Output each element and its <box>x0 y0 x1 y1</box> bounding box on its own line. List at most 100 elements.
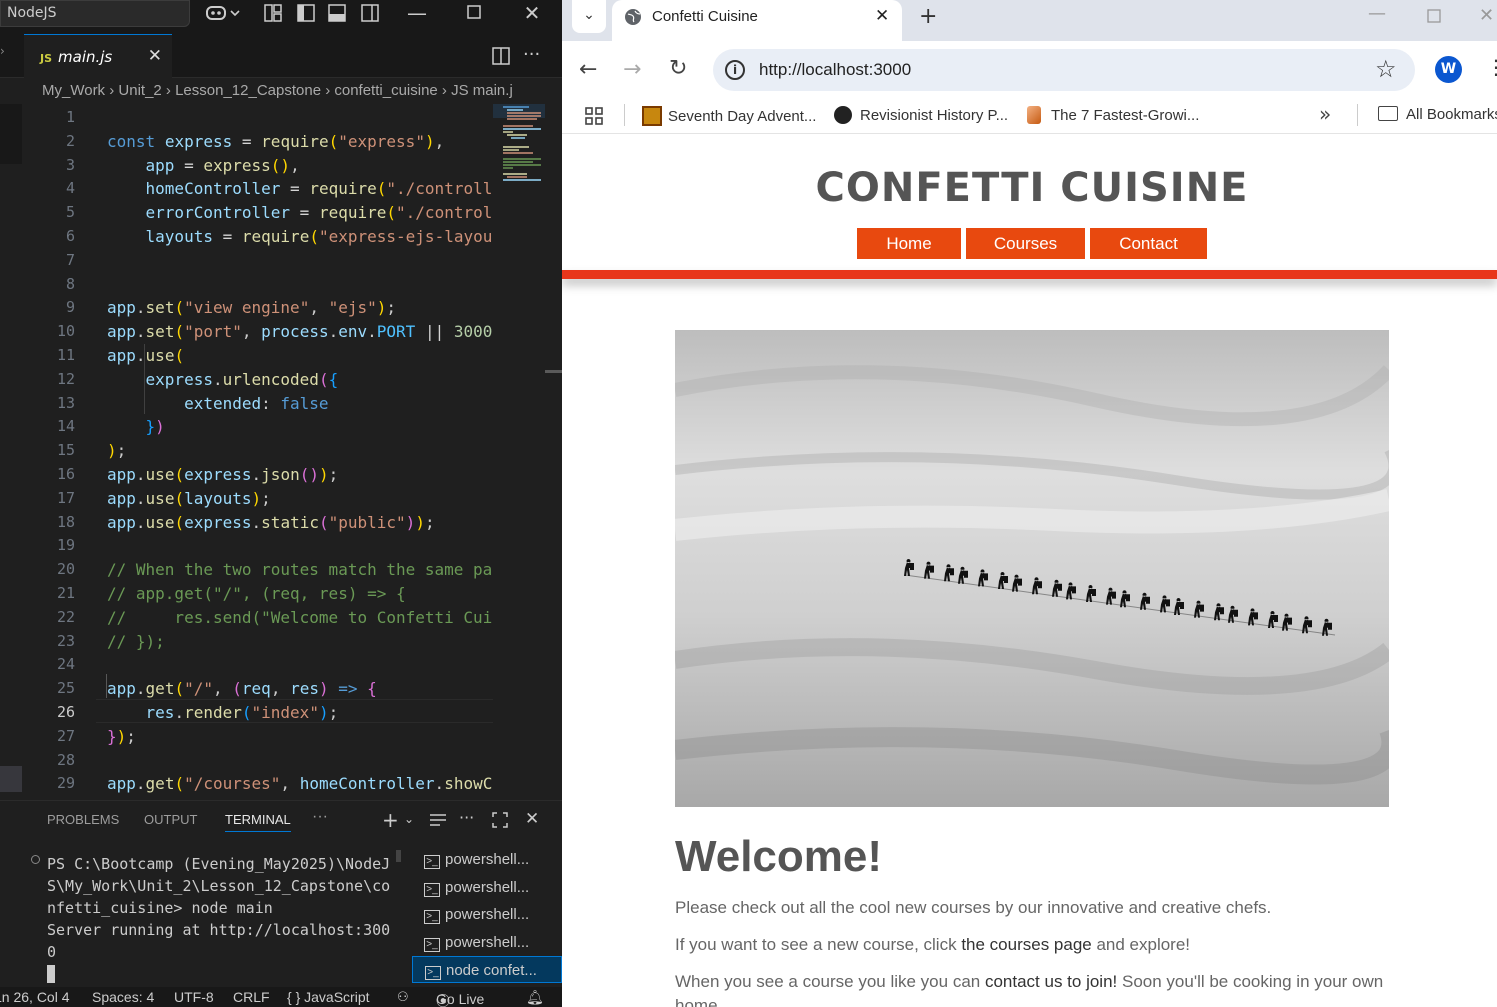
terminal-output[interactable]: PS C:\Bootcamp (Evening_May2025)\NodeJS\… <box>22 848 394 988</box>
apps-grid-icon[interactable] <box>585 107 604 130</box>
address-bar[interactable]: i http://localhost:3000 ☆ <box>713 49 1415 91</box>
status-bar: Ln 26, Col 4 Spaces: 4 UTF-8 CRLF { } Ja… <box>0 987 562 1007</box>
status-indentation[interactable]: Spaces: 4 <box>92 989 154 1005</box>
line-number: 1 <box>65 108 75 126</box>
close-window-icon[interactable]: ✕ <box>520 3 544 23</box>
maximize-icon[interactable] <box>464 4 484 22</box>
terminal-line-output: Server running at http://localhost:3000 <box>47 921 391 961</box>
bookmarks-overflow-icon[interactable]: » <box>1319 102 1331 126</box>
forward-icon[interactable]: → <box>623 57 641 82</box>
terminal-list-item[interactable]: >_ powershell... <box>412 874 562 901</box>
new-tab-icon[interactable]: + <box>919 4 937 29</box>
close-window-icon[interactable]: ✕ <box>1479 5 1494 26</box>
back-icon[interactable]: ← <box>579 57 597 82</box>
nav-home-button[interactable]: Home <box>857 228 961 259</box>
line-number: 20 <box>56 560 75 579</box>
code-content[interactable]: const express = require("express"), app … <box>107 106 493 820</box>
line-number: 5 <box>65 203 75 222</box>
terminal-list-item[interactable]: >_ powershell... <box>412 846 562 873</box>
status-language[interactable]: { } JavaScript <box>287 989 370 1005</box>
nav-courses-button[interactable]: Courses <box>966 228 1085 259</box>
nav-contact-button[interactable]: Contact <box>1090 228 1207 259</box>
courses-paragraph: If you want to see a new course, click t… <box>675 935 1191 954</box>
terminal-list-item[interactable]: >_ powershell... <box>412 901 562 928</box>
maximize-icon[interactable] <box>1427 8 1441 27</box>
terminal-list-item[interactable]: >_ powershell... <box>412 929 562 956</box>
bookmark-item[interactable]: Revisionist History P... <box>834 106 1008 124</box>
editor-scrollbar-thumb[interactable] <box>545 370 562 373</box>
line-number: 17 <box>56 488 75 507</box>
contact-link[interactable]: contact us to join! <box>985 972 1117 991</box>
chrome-menu-icon[interactable]: ⋮ <box>1486 55 1497 79</box>
command-center-search[interactable]: NodeJS <box>0 0 190 27</box>
url-text[interactable]: http://localhost:3000 <box>759 60 911 80</box>
line-number: 7 <box>65 250 75 269</box>
vscode-window: NodeJS — ✕ › JS main.js ✕ ··· My_Work › U… <box>0 0 562 1007</box>
new-terminal-icon[interactable]: + <box>382 808 399 832</box>
tab-output[interactable]: OUTPUT <box>144 812 197 827</box>
minimize-icon[interactable]: — <box>405 3 429 23</box>
line-number: 29 <box>56 774 75 793</box>
bookmark-item[interactable]: Seventh Day Advent... <box>642 106 816 126</box>
tab-problems[interactable]: PROBLEMS <box>47 812 119 827</box>
bookmark-star-icon[interactable]: ☆ <box>1375 55 1397 83</box>
line-number: 28 <box>56 750 75 769</box>
close-panel-icon[interactable]: ✕ <box>525 809 539 829</box>
line-number: 19 <box>56 536 75 555</box>
clear-terminal-icon[interactable] <box>429 812 447 832</box>
profile-avatar[interactable]: W <box>1435 56 1462 83</box>
status-cursor-position[interactable]: Ln 26, Col 4 <box>0 989 70 1005</box>
copilot-status-icon[interactable]: ⚇ <box>397 989 409 1005</box>
split-editor-icon[interactable] <box>492 47 510 69</box>
browser-tab[interactable]: Confetti Cuisine ✕ <box>612 0 902 41</box>
tab-search-icon[interactable]: ⌄ <box>572 0 606 33</box>
activity-bar-edge <box>0 104 22 164</box>
tab-main-js[interactable]: JS main.js ✕ <box>24 34 172 78</box>
terminal-list-item-selected[interactable]: >_ node confet... <box>412 956 562 983</box>
line-number: 15 <box>56 441 75 460</box>
tab-terminal[interactable]: TERMINAL <box>225 812 291 832</box>
terminal-line-command: PS C:\Bootcamp (Evening_May2025)\NodeJS\… <box>47 855 391 917</box>
panel-more-icon[interactable]: ··· <box>312 808 328 826</box>
globe-icon <box>624 8 642 30</box>
copilot-icon[interactable] <box>203 4 243 22</box>
close-tab-icon[interactable]: ✕ <box>148 46 162 66</box>
more-actions-icon[interactable]: ··· <box>523 44 540 65</box>
header-accent-bar <box>562 270 1497 279</box>
reload-icon[interactable]: ↻ <box>669 56 687 81</box>
close-tab-icon[interactable]: ✕ <box>875 6 889 26</box>
line-number: 16 <box>56 465 75 483</box>
courses-page-link[interactable]: the courses page <box>961 935 1091 954</box>
notifications-bell-icon[interactable]: 🔔︎ <box>526 989 544 1006</box>
status-eol[interactable]: CRLF <box>233 989 270 1005</box>
site-info-icon[interactable]: i <box>725 60 745 80</box>
minimize-icon[interactable]: — <box>1368 3 1386 24</box>
terminal-scrollbar[interactable] <box>396 850 401 862</box>
line-number: 25 <box>56 679 75 698</box>
minimap[interactable] <box>493 104 545 184</box>
toggle-secondary-sidebar-icon[interactable] <box>360 4 380 22</box>
terminal-icon: >_ <box>424 910 440 924</box>
status-encoding[interactable]: UTF-8 <box>174 989 214 1005</box>
all-bookmarks[interactable]: All Bookmarks <box>1378 106 1497 123</box>
line-number: 23 <box>56 631 75 650</box>
layout-icon[interactable] <box>263 4 283 22</box>
line-number: 27 <box>56 726 75 745</box>
chevron-down-icon[interactable]: ⌄ <box>404 812 414 826</box>
toggle-panel-icon[interactable] <box>327 4 347 22</box>
toggle-sidebar-icon[interactable] <box>296 4 316 22</box>
line-number: 4 <box>65 179 75 198</box>
hero-image-mountain-climbers <box>675 330 1389 807</box>
chrome-window: ⌄ Confetti Cuisine ✕ + — ✕ ← → ↻ i http:… <box>562 0 1497 1007</box>
breadcrumb[interactable]: My_Work › Unit_2 › Lesson_12_Capstone › … <box>42 82 562 104</box>
terminal-icon: >_ <box>424 855 440 869</box>
terminal-more-icon[interactable]: ··· <box>459 808 474 827</box>
line-number: 2 <box>65 131 75 150</box>
bookmark-favicon-icon <box>642 106 662 126</box>
bookmark-item[interactable]: The 7 Fastest-Growi... <box>1027 106 1199 124</box>
terminal-list: >_ powershell... >_ powershell... >_ powers… <box>412 846 562 988</box>
terminal-icon: >_ <box>424 883 440 897</box>
line-number: 26 <box>56 703 75 721</box>
js-file-icon: JS <box>40 52 53 65</box>
maximize-panel-icon[interactable] <box>492 812 508 832</box>
